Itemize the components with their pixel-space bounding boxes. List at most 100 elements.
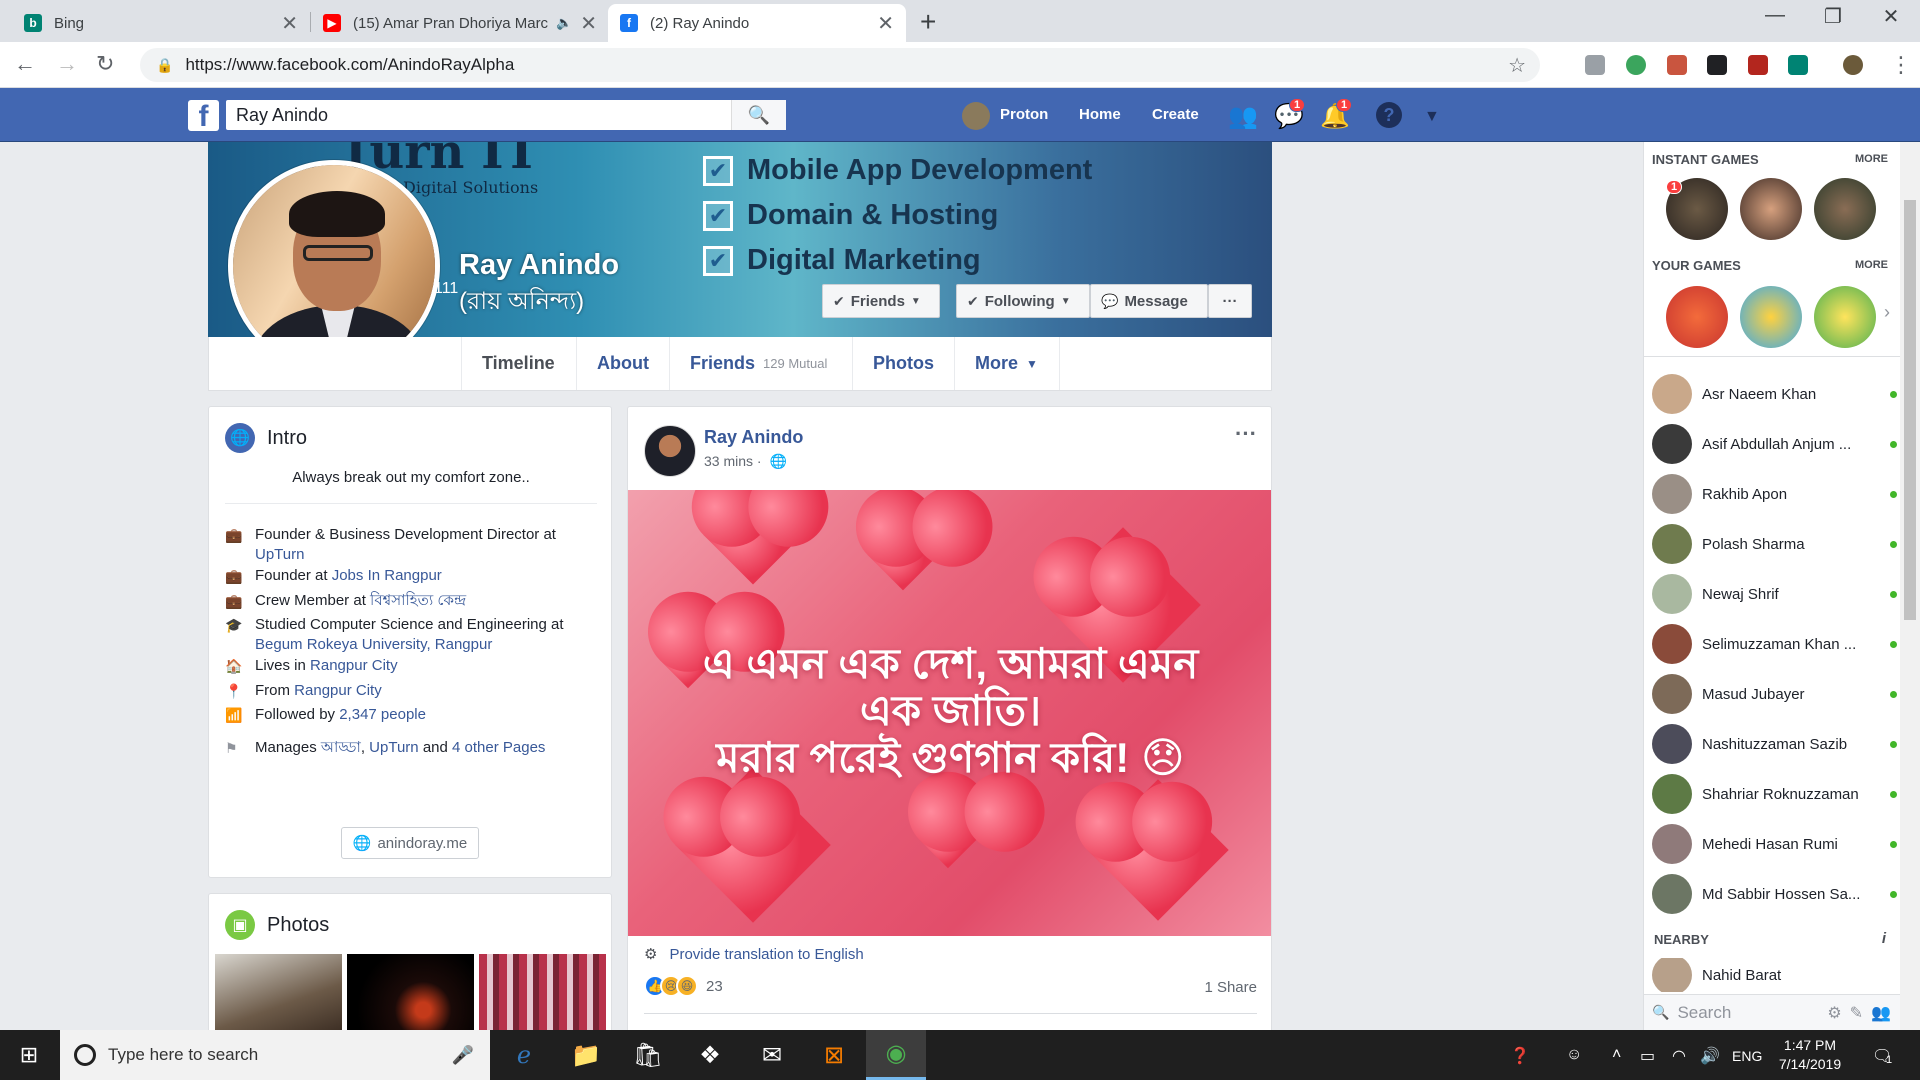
volume-icon[interactable]: 🔊 [1700,1046,1720,1066]
dropbox-icon[interactable]: ❖ [680,1030,740,1080]
fb-search-box[interactable]: Ray Anindo 🔍 [226,100,786,130]
post-timestamp[interactable]: 33 mins · 🌐 [704,453,787,470]
lock-icon[interactable]: 🔒 [156,57,173,74]
followers-link[interactable]: 2,347 people [339,706,426,723]
bookmark-star-icon[interactable]: ☆ [1508,53,1526,78]
wifi-icon[interactable]: ◠ [1672,1046,1686,1066]
speaker-icon[interactable]: 🔈 [556,15,572,31]
from-link[interactable]: Rangpur City [294,682,382,699]
chevron-up-icon[interactable]: ˄ [1612,1046,1621,1064]
help-icon[interactable]: ? [1376,102,1402,128]
bing-extension-icon[interactable] [1788,55,1808,75]
friend-requests-icon[interactable]: 👥 [1228,102,1258,131]
post-options-button[interactable]: ··· [1235,421,1257,447]
people-icon[interactable]: ☺ [1566,1046,1582,1064]
contact-item[interactable]: Nahid Barat [1652,958,1897,992]
close-tab-icon[interactable]: ✕ [281,11,298,36]
post-image[interactable]: এ এমন এক দেশ, আমরা এমন এক জাতি। মরার পরে… [628,490,1271,936]
your-games-more[interactable]: MORE [1855,259,1888,271]
tab-photos[interactable]: Photos [852,337,954,390]
work-link-kendra[interactable]: বিশ্বসাহিত্য কেন্দ্র [370,592,466,609]
game-ludo-icon[interactable] [1814,286,1876,348]
education-link[interactable]: Begum Rokeya University, Rangpur [255,636,492,653]
website-link[interactable]: 🌐 anindoray.me [341,827,479,859]
pdf-extension-icon[interactable] [1667,55,1687,75]
contact-item[interactable]: Polash Sharma [1652,524,1897,564]
chevron-right-icon[interactable]: › [1884,302,1890,323]
search-icon[interactable]: 🔍 [731,100,786,130]
instant-game-tile[interactable] [1814,178,1876,240]
header-avatar[interactable] [962,102,990,130]
chrome-icon[interactable]: ◉ [866,1030,926,1080]
profile-name[interactable]: Ray Anindo [459,249,619,282]
contact-item[interactable]: Asif Abdullah Anjum ... [1652,424,1897,464]
post-author-name[interactable]: Ray Anindo [704,427,803,448]
forward-icon[interactable]: → [56,51,78,77]
clock[interactable]: 1:47 PM 7/14/2019 [1760,1036,1860,1074]
tab-timeline[interactable]: Timeline [461,337,576,390]
work-link-jobs[interactable]: Jobs In Rangpur [332,567,442,584]
chrome-menu-icon[interactable]: ⋮ [1890,52,1912,78]
tab-about[interactable]: About [576,337,669,390]
spy-extension-icon[interactable] [1707,55,1727,75]
photo-thumbnail[interactable] [215,954,342,1032]
contact-item[interactable]: Md Sabbir Hossen Sa... [1652,874,1897,914]
facebook-logo[interactable]: f [188,100,219,131]
account-menu-icon[interactable]: ▼ [1424,108,1440,126]
close-window-button[interactable]: ✕ [1866,4,1916,29]
language-indicator[interactable]: ENG [1732,1048,1762,1064]
file-explorer-icon[interactable]: 📁 [556,1030,616,1080]
instant-games-more[interactable]: MORE [1855,153,1888,165]
fb-search-input[interactable]: Ray Anindo [226,105,731,126]
following-button[interactable]: ✔ Following ▼ [956,284,1090,318]
new-tab-button[interactable]: + [920,6,936,38]
contact-item[interactable]: Nashituzzaman Sazib [1652,724,1897,764]
contact-item[interactable]: Newaj Shrif [1652,574,1897,614]
close-tab-icon[interactable]: ✕ [580,11,597,36]
contact-item[interactable]: Rakhib Apon [1652,474,1897,514]
photo-thumbnail[interactable] [479,954,606,1032]
add-people-icon[interactable]: 👥 [1871,1003,1891,1023]
tab-friends[interactable]: Friends 129 Mutual [669,337,852,390]
post-author-avatar[interactable] [644,425,696,477]
nav-profile[interactable]: Proton [1000,106,1048,123]
profile-avatar[interactable] [1843,55,1863,75]
minimize-button[interactable]: — [1750,4,1800,27]
reaction-summary[interactable]: 👍 😢 😆 23 [644,975,723,997]
tab-bing[interactable]: b Bing ✕ [12,4,310,42]
badge-extension-icon[interactable] [1748,55,1768,75]
contact-item[interactable]: Asr Naeem Khan [1652,374,1897,414]
globe-extension-icon[interactable] [1626,55,1646,75]
share-count[interactable]: 1 Share [1204,979,1257,996]
lives-link[interactable]: Rangpur City [310,657,398,674]
photos-title[interactable]: Photos [267,914,329,937]
chat-search[interactable]: 🔍 Search ⚙ ✎ 👥 [1644,994,1901,1030]
address-bar[interactable]: 🔒 https://www.facebook.com/AnindoRayAlph… [140,48,1540,82]
contact-item[interactable]: Mehedi Hasan Rumi [1652,824,1897,864]
back-icon[interactable]: ← [14,51,36,77]
compose-icon[interactable]: ✎ [1850,1003,1863,1023]
page-link-upturn[interactable]: UpTurn [369,739,418,756]
maximize-button[interactable]: ❐ [1808,4,1858,29]
contact-item[interactable]: Shahriar Roknuzzaman [1652,774,1897,814]
close-tab-icon[interactable]: ✕ [877,11,894,36]
page-link-adda[interactable]: আড্ডা [321,739,361,756]
camera-extension-icon[interactable] [1585,55,1605,75]
more-options-button[interactable]: ··· [1208,284,1252,318]
help-tray-icon[interactable]: ❓ [1510,1046,1530,1066]
mail-icon[interactable]: ✉ [742,1030,802,1080]
instant-game-tile[interactable] [1740,178,1802,240]
gear-icon[interactable]: ⚙ [1827,1003,1841,1023]
contact-item[interactable]: Masud Jubayer [1652,674,1897,714]
other-pages-link[interactable]: 4 other Pages [452,739,545,756]
scrollbar-thumb[interactable] [1904,200,1916,620]
game-basketball-icon[interactable] [1666,286,1728,348]
microphone-icon[interactable]: 🎤 [452,1045,474,1066]
tab-more[interactable]: More ▼ [954,337,1060,390]
message-button[interactable]: 💬 Message [1090,284,1208,318]
photo-thumbnail[interactable] [347,954,474,1032]
tab-facebook[interactable]: f (2) Ray Anindo ✕ [608,4,906,42]
reload-icon[interactable]: ↻ [96,51,114,77]
taskbar-search[interactable]: Type here to search 🎤 [60,1030,490,1080]
nav-create[interactable]: Create [1152,106,1199,123]
